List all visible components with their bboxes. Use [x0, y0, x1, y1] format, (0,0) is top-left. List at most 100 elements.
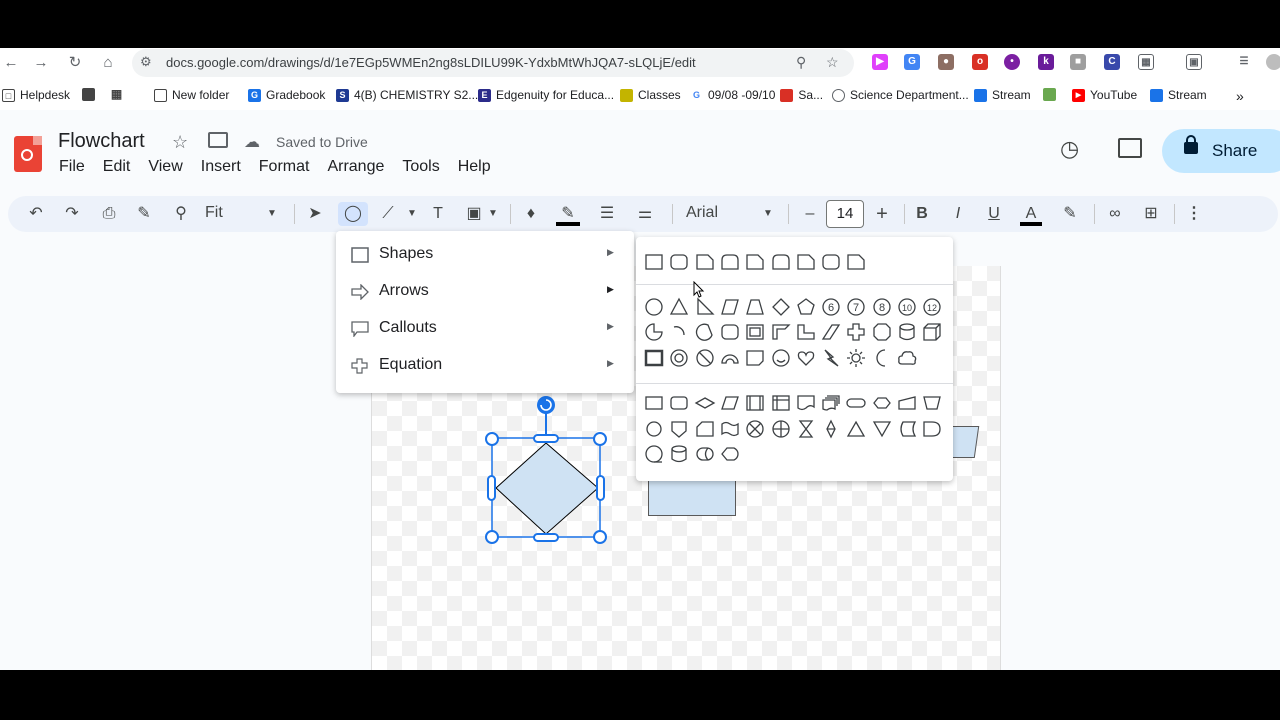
reload-icon[interactable]: ↻ [64, 52, 86, 74]
undo-icon[interactable]: ↶ [26, 202, 46, 226]
shape-option-n6-icon[interactable]: 6 [820, 296, 842, 318]
cloud-saved-icon[interactable]: ☁ [244, 132, 260, 152]
shape-option-half-icon[interactable] [770, 321, 792, 343]
shape-option-bolt-icon[interactable] [820, 347, 842, 369]
shape-option-direct-icon[interactable] [694, 443, 716, 465]
profile-avatar[interactable] [1266, 54, 1280, 70]
comments-icon[interactable] [1118, 138, 1142, 158]
shape-option-rrect-icon[interactable] [719, 321, 741, 343]
shape-option-rrect-icon[interactable] [820, 251, 842, 273]
font-chevron-down-icon[interactable]: ▼ [760, 202, 776, 226]
bookmark-0908[interactable]: G 09/08 -09/10 Sa... [690, 88, 823, 102]
bookmark-science[interactable]: Science Department... [832, 88, 969, 102]
shape-option-bevel-icon[interactable] [643, 347, 665, 369]
bookmark-classes[interactable]: Classes [620, 88, 681, 102]
menu-tools[interactable]: Tools [402, 158, 446, 176]
menu-format[interactable]: Format [259, 158, 317, 176]
shape-option-collate-icon[interactable] [795, 418, 817, 440]
bookmark-helpdesk[interactable]: □ Helpdesk [2, 88, 70, 102]
shape-option-delay-icon[interactable] [921, 418, 943, 440]
increase-font-size-icon[interactable]: + [872, 202, 892, 226]
italic-icon[interactable]: I [948, 202, 968, 226]
shape-option-moon-icon[interactable] [871, 347, 893, 369]
shape-option-pent-icon[interactable] [795, 296, 817, 318]
fill-color-icon[interactable]: ♦ [520, 202, 542, 226]
line-icon[interactable]: ⟋ [378, 202, 398, 226]
bookmark-stream-2[interactable]: Stream [1150, 88, 1207, 102]
menu-item-equation[interactable]: Equation ▶ [336, 348, 634, 385]
print-icon[interactable]: ⎙ [98, 202, 120, 226]
shape-option-donut-icon[interactable] [668, 347, 690, 369]
bookmark-youtube[interactable]: ▶ YouTube [1072, 88, 1137, 102]
extension-circle-icon[interactable]: • [1004, 54, 1020, 70]
shape-option-offpage-icon[interactable] [668, 418, 690, 440]
shape-option-heart-icon[interactable] [795, 347, 817, 369]
shape-option-sumj-icon[interactable] [744, 418, 766, 440]
shape-option-oval-icon[interactable] [643, 296, 665, 318]
shape-option-extract-icon[interactable] [845, 418, 867, 440]
shape-option-internal-icon[interactable] [770, 392, 792, 414]
tab-search-icon[interactable]: ☰ [1236, 54, 1252, 70]
move-to-folder-icon[interactable] [208, 132, 228, 148]
more-options-icon[interactable]: ⋮ [1186, 202, 1202, 226]
decrease-font-size-icon[interactable]: – [800, 202, 820, 226]
shape-option-orSym-icon[interactable] [770, 418, 792, 440]
select-pointer-icon[interactable]: ➤ [304, 202, 326, 226]
shape-option-frame-icon[interactable] [744, 321, 766, 343]
shape-option-data-icon[interactable] [719, 392, 741, 414]
line-chevron-down-icon[interactable]: ▼ [405, 202, 419, 226]
back-icon[interactable]: ← [0, 52, 22, 74]
shape-option-sun-icon[interactable] [845, 347, 867, 369]
selected-diamond-shape[interactable] [480, 393, 620, 553]
translate-icon[interactable]: G [904, 54, 920, 70]
bookmark-apps-grid[interactable]: ▦ [110, 88, 123, 101]
font-size-input[interactable]: 14 [826, 200, 864, 228]
shape-option-fold-icon[interactable] [744, 347, 766, 369]
shape-option-seq-icon[interactable] [643, 443, 665, 465]
shape-option-mag-icon[interactable] [668, 443, 690, 465]
shape-option-snip-icon[interactable] [744, 251, 766, 273]
bookmark-edgenuity[interactable]: E Edgenuity for Educa... [478, 88, 614, 102]
shape-option-proc-icon[interactable] [643, 392, 665, 414]
bookmark-new-folder[interactable]: New folder [154, 88, 229, 102]
menu-item-shapes[interactable]: Shapes ▶ [336, 237, 634, 274]
shape-option-para-icon[interactable] [719, 296, 741, 318]
shape-option-n8-icon[interactable]: 8 [871, 296, 893, 318]
shape-option-manual-icon[interactable] [896, 392, 918, 414]
redo-icon[interactable]: ↷ [62, 202, 82, 226]
url-text[interactable]: docs.google.com/drawings/d/1e7EGp5WMEn2n… [166, 55, 696, 70]
menu-view[interactable]: View [148, 158, 189, 176]
document-title[interactable]: Flowchart [58, 130, 145, 153]
site-info-icon[interactable]: ⚙ [140, 54, 152, 70]
shape-option-tape-icon[interactable] [719, 418, 741, 440]
paint-format-icon[interactable]: ✎ [134, 202, 154, 226]
rectangle-shape[interactable] [648, 480, 736, 516]
shape-option-card-icon[interactable] [694, 418, 716, 440]
shape-option-conn-icon[interactable] [643, 418, 665, 440]
bookmark-stream[interactable]: Stream [974, 88, 1031, 102]
shape-option-pie-icon[interactable] [643, 321, 665, 343]
shape-option-prep-icon[interactable] [871, 392, 893, 414]
extension-c-icon[interactable]: C [1104, 54, 1120, 70]
underline-icon[interactable]: U [984, 202, 1004, 226]
shape-option-multi-icon[interactable] [820, 392, 842, 414]
address-bar[interactable]: ⚙ docs.google.com/drawings/d/1e7EGp5WMEn… [132, 49, 854, 77]
shape-option-diag-icon[interactable] [820, 321, 842, 343]
home-icon[interactable]: ⌂ [97, 52, 119, 74]
shape-option-decision-icon[interactable] [694, 392, 716, 414]
shape-option-arc-icon[interactable] [668, 321, 690, 343]
shape-option-chord-icon[interactable] [694, 321, 716, 343]
bookmark-app-square[interactable] [82, 88, 95, 101]
shape-option-term-icon[interactable] [845, 392, 867, 414]
extension-hat-icon[interactable]: ● [938, 54, 954, 70]
shape-option-block-icon[interactable] [719, 347, 741, 369]
shape-option-manop-icon[interactable] [921, 392, 943, 414]
image-chevron-down-icon[interactable]: ▼ [486, 202, 500, 226]
bookmark-photo[interactable] [1043, 88, 1056, 101]
shape-option-display-icon[interactable] [719, 443, 741, 465]
zoom-select[interactable]: Fit [205, 204, 223, 222]
rotate-handle[interactable] [537, 396, 555, 414]
extension-arrow-icon[interactable]: ▶ [872, 54, 888, 70]
highlight-color-icon[interactable]: ✎ [1060, 202, 1080, 226]
menu-arrange[interactable]: Arrange [327, 158, 391, 176]
